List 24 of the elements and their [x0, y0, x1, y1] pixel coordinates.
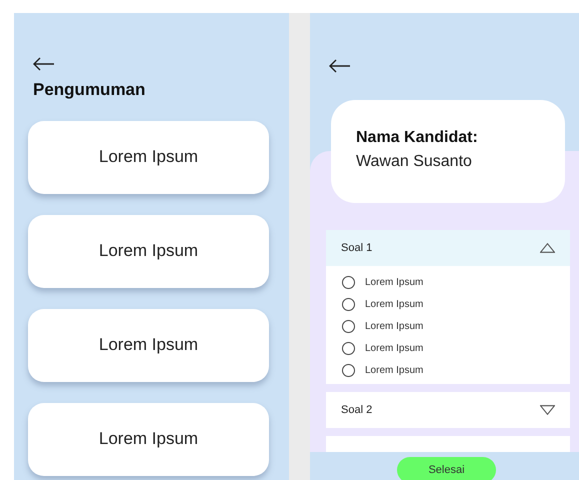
radio-option[interactable]: Lorem Ipsum — [342, 339, 554, 357]
announcement-card[interactable]: Lorem Ipsum — [28, 308, 269, 382]
radio-option[interactable]: Lorem Ipsum — [342, 295, 554, 313]
candidate-name: Wawan Susanto — [356, 152, 473, 172]
question-header[interactable]: Soal 1 — [326, 230, 570, 266]
announcement-card[interactable]: Lorem Ipsum — [28, 402, 269, 476]
finish-button[interactable]: Selesai — [397, 457, 496, 480]
radio-button[interactable] — [342, 364, 355, 376]
radio-button[interactable] — [342, 276, 355, 288]
radio-option[interactable]: Lorem Ipsum — [342, 273, 554, 291]
radio-option[interactable]: Lorem Ipsum — [342, 361, 554, 379]
radio-button[interactable] — [342, 320, 355, 332]
radio-button[interactable] — [342, 298, 355, 310]
back-arrow-icon[interactable] — [33, 57, 55, 71]
announcement-card[interactable]: Lorem Ipsum — [28, 120, 269, 194]
caret-up-icon — [540, 243, 555, 253]
back-arrow-icon[interactable] — [329, 59, 351, 73]
caret-down-icon — [540, 405, 555, 415]
radio-option[interactable]: Lorem Ipsum — [342, 317, 554, 335]
page-title: Pengumuman — [32, 79, 146, 101]
question-header[interactable]: Soal 2 — [326, 392, 570, 428]
announcement-card[interactable]: Lorem Ipsum — [28, 214, 269, 288]
radio-button[interactable] — [342, 342, 355, 354]
candidate-label: Nama Kandidat: — [356, 128, 479, 148]
